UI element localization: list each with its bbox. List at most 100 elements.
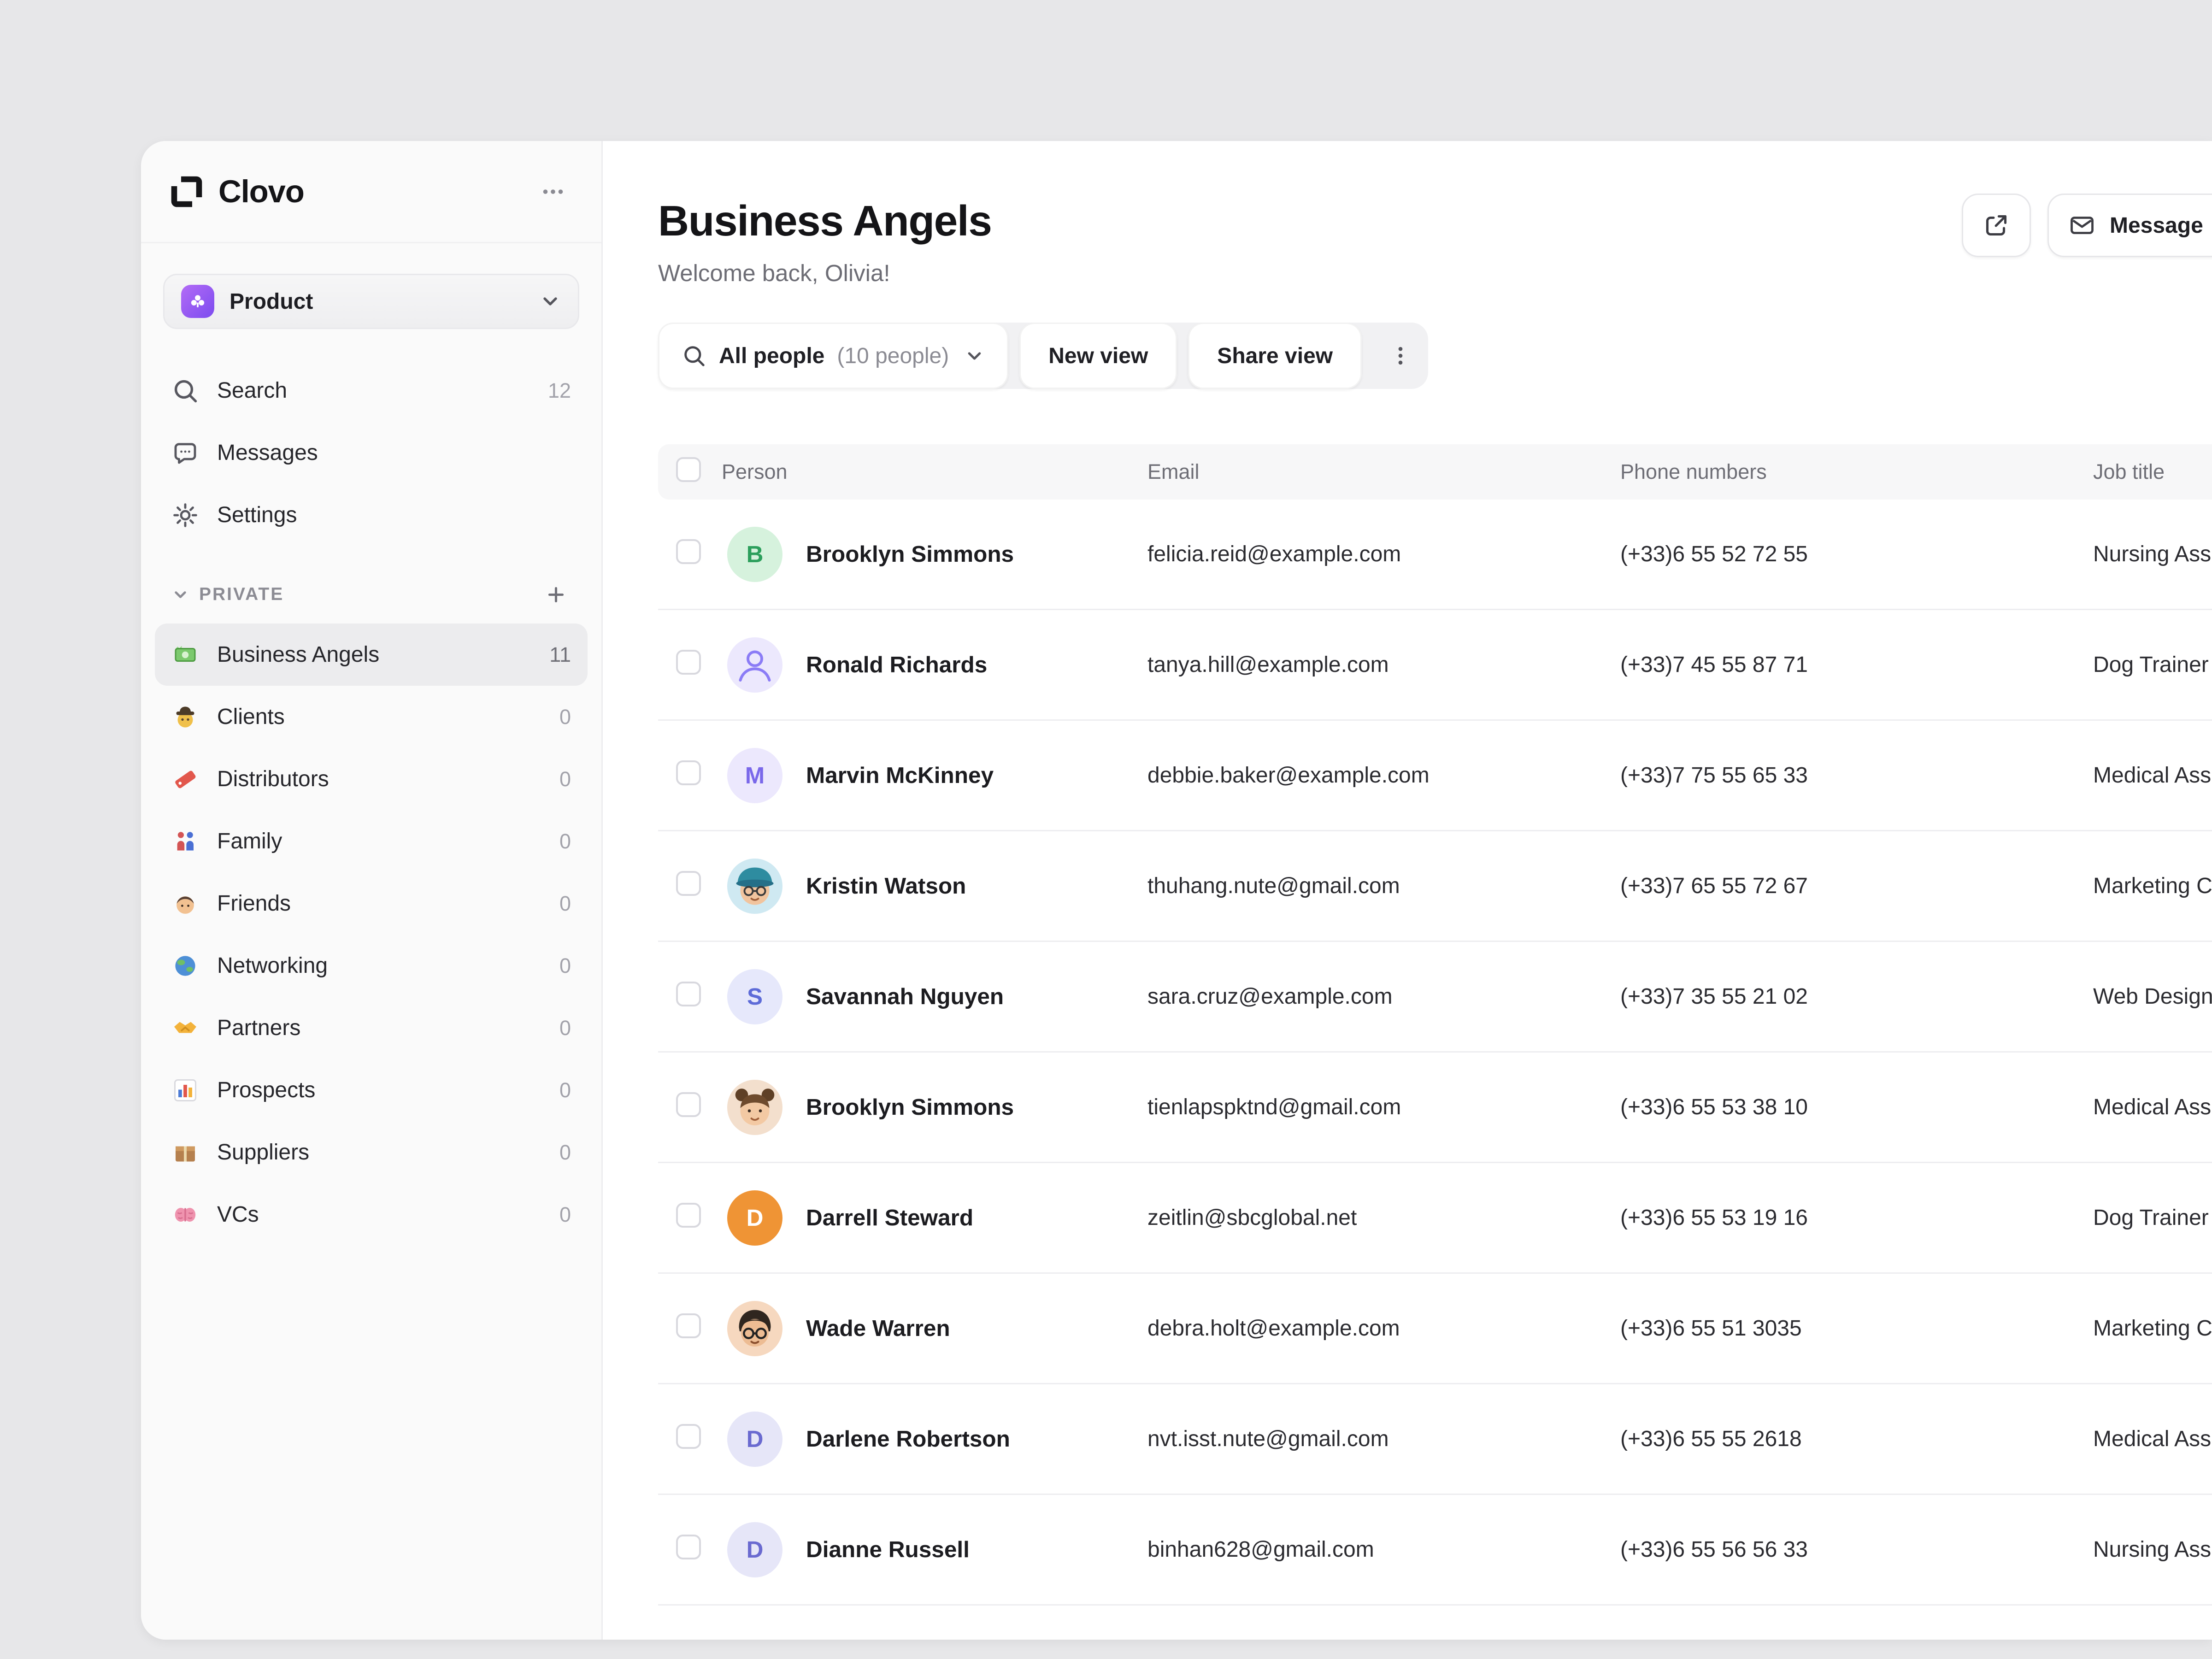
globe-icon [171, 952, 199, 980]
dots-horizontal-icon [539, 178, 567, 206]
sidebar-lists: Business Angels11Clients0Distributors0Fa… [141, 624, 601, 1246]
table-row[interactable]: BBrooklyn Simmonsfelicia.reid@example.co… [658, 500, 2212, 610]
table-row[interactable]: Wade Warrendebra.holt@example.com(+33)6 … [658, 1274, 2212, 1384]
column-header-email: Email [1147, 460, 1620, 484]
table-row[interactable]: Ronald Richardstanya.hill@example.com(+3… [658, 610, 2212, 721]
share-button[interactable] [1962, 194, 2031, 257]
job-title-cell: Marketing Coordinator [2093, 1316, 2212, 1341]
table-body: BBrooklyn Simmonsfelicia.reid@example.co… [658, 500, 2212, 1606]
row-select-cell [658, 1092, 722, 1123]
workspace-label: Product [229, 289, 524, 314]
job-title-cell: Nursing Assistant [2093, 1537, 2212, 1562]
job-title-cell: Nursing Assistant [2093, 541, 2212, 567]
table-row[interactable]: DDianne Russellbinhan628@gmail.com(+33)6… [658, 1495, 2212, 1606]
row-checkbox[interactable] [676, 871, 701, 896]
sidebar-item-networking[interactable]: Networking0 [155, 935, 588, 997]
row-select-cell [658, 1203, 722, 1233]
table-header: PersonEmailPhone numbersJob title [658, 444, 2212, 500]
person-cell: DDarlene Robertson [722, 1412, 1147, 1467]
person-cell: DDarrell Steward [722, 1190, 1147, 1246]
app-name: Clovo [218, 173, 304, 210]
row-checkbox[interactable] [676, 1535, 701, 1559]
row-checkbox[interactable] [676, 1424, 701, 1449]
filter-label: All people [719, 343, 824, 369]
person-cell: Ronald Richards [722, 637, 1147, 693]
sidebar-menu-button[interactable] [532, 171, 574, 212]
email-cell: debra.holt@example.com [1147, 1316, 1620, 1341]
add-list-button[interactable] [541, 579, 571, 610]
avatar: D [727, 1522, 782, 1577]
select-all-cell [658, 457, 722, 487]
avatar: S [727, 969, 782, 1024]
filter-count: (10 people) [837, 343, 949, 369]
phone-cell: (+33)6 55 56 56 33 [1620, 1537, 2093, 1562]
message-button[interactable]: Message [2047, 194, 2212, 257]
row-checkbox[interactable] [676, 1313, 701, 1338]
table-row[interactable]: MMarvin McKinneydebbie.baker@example.com… [658, 721, 2212, 831]
table-row[interactable]: Kristin Watsonthuhang.nute@gmail.com(+33… [658, 831, 2212, 942]
sidebar-item-messages[interactable]: Messages [155, 422, 588, 484]
sidebar-item-label: VCs [217, 1202, 541, 1227]
sidebar-item-clients[interactable]: Clients0 [155, 686, 588, 748]
people-filter-dropdown[interactable]: All people (10 people) [658, 323, 1008, 389]
sidebar-item-label: Messages [217, 440, 553, 465]
sidebar-item-settings[interactable]: Settings [155, 484, 588, 546]
table-row[interactable]: Brooklyn Simmonstienlapspktnd@gmail.com(… [658, 1053, 2212, 1163]
sidebar-item-business-angels[interactable]: Business Angels11 [155, 624, 588, 686]
sidebar-item-count: 0 [559, 1016, 571, 1040]
sidebar-item-suppliers[interactable]: Suppliers0 [155, 1121, 588, 1183]
sidebar-item-prospects[interactable]: Prospects 0 [155, 1059, 588, 1121]
column-header-job-title: Job title [2093, 460, 2212, 484]
sidebar-item-friends[interactable]: Friends0 [155, 872, 588, 935]
row-checkbox[interactable] [676, 1203, 701, 1228]
person-name: Brooklyn Simmons [806, 541, 1014, 567]
plus-icon [546, 584, 566, 605]
chevron-down-icon[interactable] [171, 586, 189, 604]
phone-cell: (+33)7 45 55 87 71 [1620, 652, 2093, 677]
row-checkbox[interactable] [676, 650, 701, 675]
workspace-switcher[interactable]: Product [163, 274, 579, 329]
package-icon [171, 1139, 199, 1166]
row-checkbox[interactable] [676, 539, 701, 564]
sidebar-item-label: Clients [217, 704, 541, 729]
column-header-person: Person [722, 460, 1147, 484]
row-checkbox[interactable] [676, 1092, 701, 1117]
person-name: Savannah Nguyen [806, 983, 1004, 1010]
tag-icon [171, 765, 199, 793]
sidebar-item-vcs[interactable]: VCs 0 [155, 1183, 588, 1246]
sidebar-item-label: Distributors [217, 766, 541, 792]
share-view-button[interactable]: Share view [1188, 323, 1362, 389]
sidebar-item-count: 0 [559, 1141, 571, 1165]
family-icon [171, 828, 199, 855]
row-select-cell [658, 1535, 722, 1565]
phone-cell: (+33)6 55 53 19 16 [1620, 1205, 2093, 1230]
chevron-down-icon [539, 290, 561, 312]
sidebar-item-partners[interactable]: Partners 0 [155, 997, 588, 1059]
row-checkbox[interactable] [676, 760, 701, 785]
sidebar-item-count: 0 [559, 1203, 571, 1227]
row-select-cell [658, 650, 722, 680]
main-content: Business Angels Welcome back, Olivia! Me… [603, 141, 2212, 1640]
sidebar-item-count: 0 [559, 1078, 571, 1102]
sidebar-item-search[interactable]: Search12 [155, 359, 588, 422]
table-row[interactable]: DDarrell Stewardzeitlin@sbcglobal.net(+3… [658, 1163, 2212, 1274]
sidebar-item-distributors[interactable]: Distributors0 [155, 748, 588, 810]
row-select-cell [658, 760, 722, 791]
phone-cell: (+33)7 75 55 65 33 [1620, 763, 2093, 788]
email-cell: thuhang.nute@gmail.com [1147, 873, 1620, 899]
table-row[interactable]: SSavannah Nguyensara.cruz@example.com(+3… [658, 942, 2212, 1053]
sidebar-item-label: Prospects [217, 1077, 541, 1103]
row-checkbox[interactable] [676, 982, 701, 1006]
phone-cell: (+33)6 55 52 72 55 [1620, 541, 2093, 567]
new-view-button[interactable]: New view [1019, 323, 1177, 389]
person-name: Wade Warren [806, 1315, 950, 1341]
sidebar-item-family[interactable]: Family0 [155, 810, 588, 872]
row-select-cell [658, 539, 722, 570]
more-options-button[interactable] [1373, 323, 1428, 389]
table-row[interactable]: DDarlene Robertsonnvt.isst.nute@gmail.co… [658, 1384, 2212, 1495]
sidebar-item-label: Partners [217, 1015, 541, 1041]
avatar: D [727, 1190, 782, 1246]
sidebar-item-label: Family [217, 829, 541, 854]
job-title-cell: Dog Trainer [2093, 1205, 2212, 1230]
select-all-checkbox[interactable] [676, 457, 701, 482]
